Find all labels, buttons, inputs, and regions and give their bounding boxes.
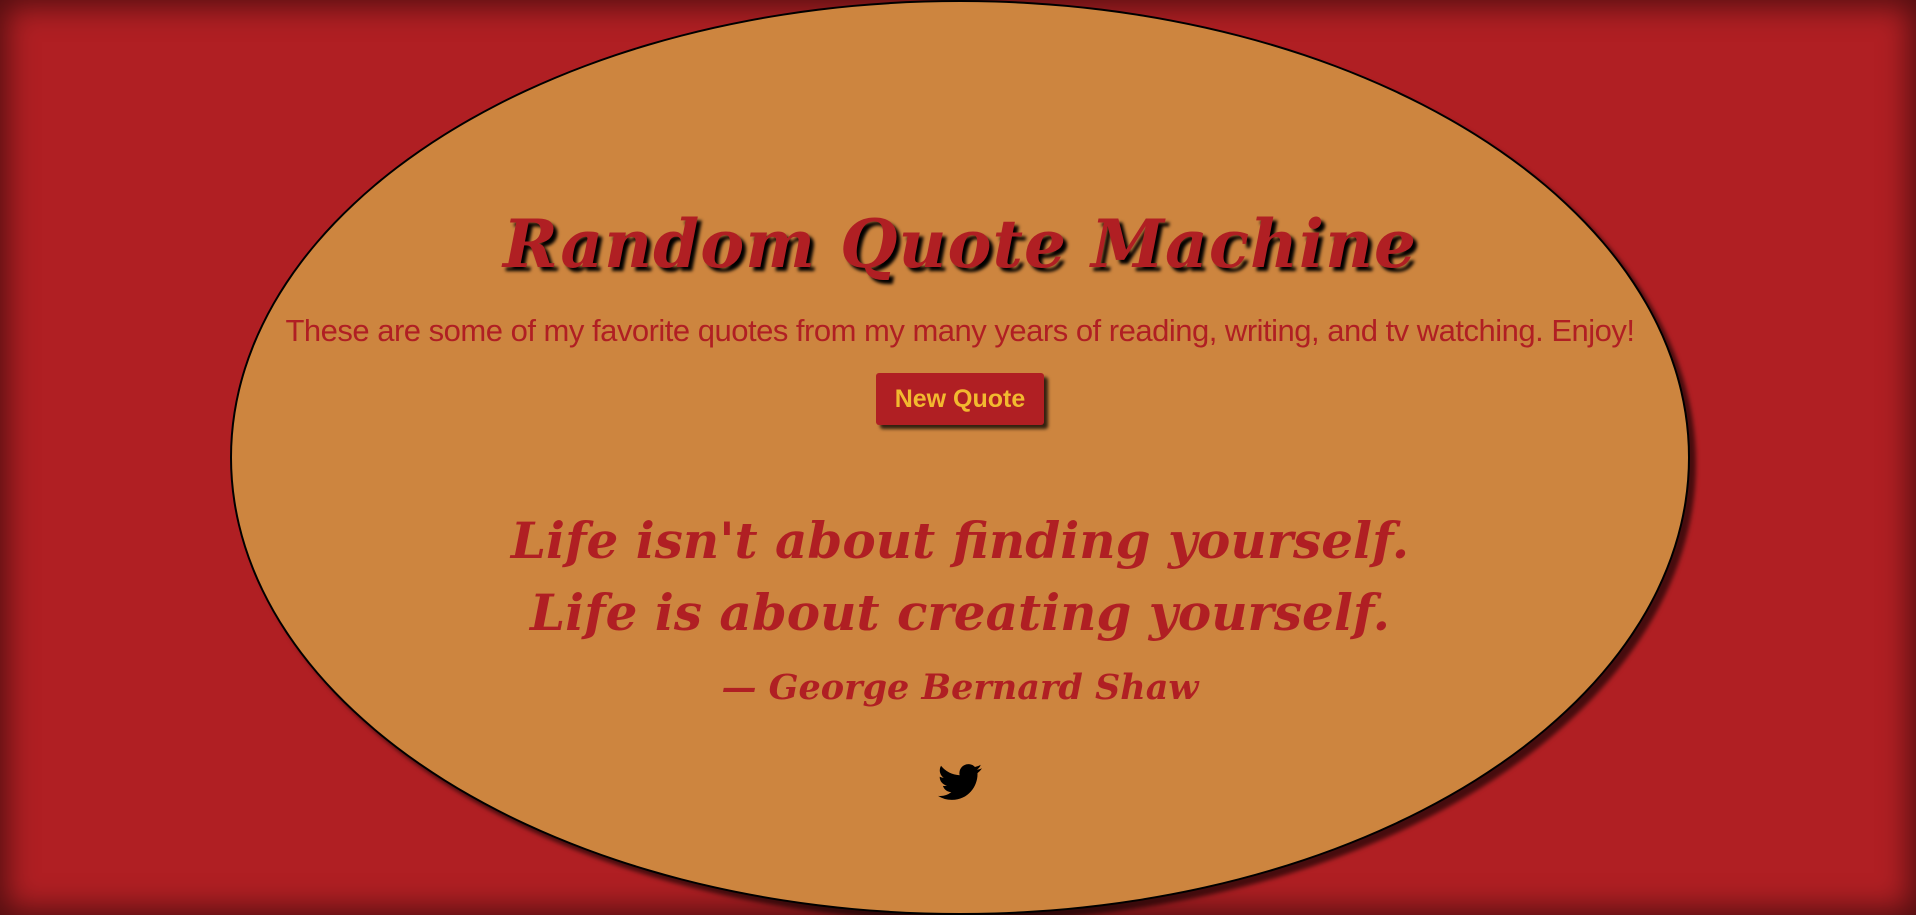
page-subtitle: These are some of my favorite quotes fro… xyxy=(285,313,1635,348)
quote-text: Life isn't about finding yourself. Life … xyxy=(510,511,1410,642)
quote-author: — George Bernard Shaw xyxy=(721,667,1199,708)
new-quote-button[interactable]: New Quote xyxy=(876,373,1044,425)
quote-box: Random Quote Machine These are some of m… xyxy=(230,0,1690,915)
page-title: Random Quote Machine xyxy=(502,205,1418,283)
twitter-icon xyxy=(938,764,982,800)
tweet-quote-link[interactable] xyxy=(935,760,985,804)
